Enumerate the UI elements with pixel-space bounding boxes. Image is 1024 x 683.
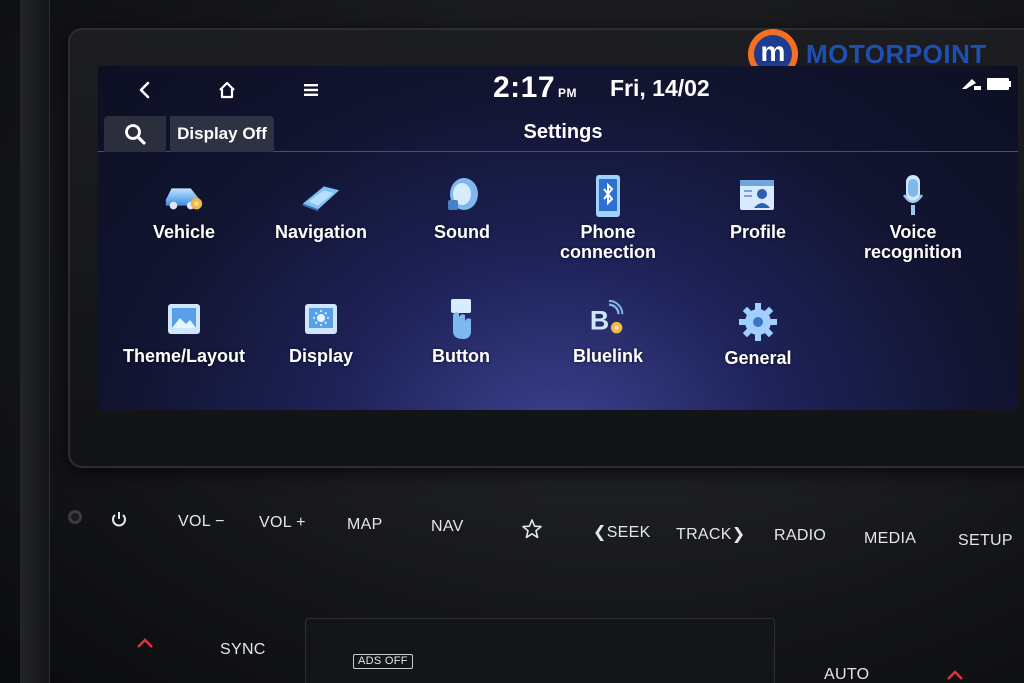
menu-icon — [304, 84, 318, 96]
bluelink-icon: B — [586, 298, 630, 342]
auto-button[interactable]: AUTO — [824, 666, 869, 683]
clock-ampm: PM — [558, 86, 578, 100]
motorpoint-brand-name: MOTORPOINT — [806, 38, 987, 69]
settings-toolbar: Display Off Settings — [98, 116, 1018, 152]
settings-item-profile[interactable]: Profile — [683, 174, 833, 242]
settings-item-label: General — [724, 348, 792, 368]
sync-button[interactable]: SYNC — [220, 641, 266, 659]
settings-item-label: Phone connection — [559, 222, 656, 262]
settings-item-label: Vehicle — [152, 222, 216, 242]
temperature-up-indicator-right[interactable] — [946, 668, 964, 683]
settings-item-label: Profile — [729, 222, 786, 242]
climate-panel — [305, 618, 775, 683]
settings-item-label: Theme/Layout — [122, 346, 246, 366]
profile-icon — [736, 174, 780, 218]
sound-icon — [440, 174, 484, 218]
settings-item-theme-layout[interactable]: Theme/Layout — [109, 298, 259, 366]
clock: 2:17 PM — [493, 71, 577, 105]
setup-button[interactable]: SETUP — [958, 532, 1013, 550]
battery-icon — [987, 78, 1011, 90]
svg-text:B: B — [590, 306, 609, 336]
vehicle-icon — [162, 174, 206, 218]
nav-button[interactable]: NAV — [431, 518, 464, 536]
track-forward-button[interactable]: TRACK❯ — [676, 524, 745, 544]
gear-icon — [736, 300, 780, 344]
settings-item-label: Navigation — [274, 222, 367, 242]
temperature-up-indicator-left[interactable] — [136, 636, 154, 652]
settings-item-button[interactable]: Button — [386, 298, 536, 366]
favorite-button[interactable] — [521, 518, 543, 545]
settings-item-phone-connection[interactable]: Phone connection — [533, 174, 683, 262]
dashboard-trim — [20, 0, 50, 683]
power-icon — [112, 512, 126, 527]
settings-item-navigation[interactable]: Navigation — [246, 174, 396, 242]
display-icon — [299, 298, 343, 342]
media-button[interactable]: MEDIA — [864, 530, 916, 548]
radio-button[interactable]: RADIO — [774, 527, 826, 545]
settings-item-general[interactable]: General — [683, 300, 833, 368]
phone-connection-icon — [586, 174, 630, 218]
chevron-up-icon — [947, 670, 963, 680]
chevron-up-icon — [137, 638, 153, 648]
home-icon — [219, 81, 235, 99]
settings-item-vehicle[interactable]: Vehicle — [109, 174, 259, 242]
settings-item-label: Display — [288, 346, 354, 366]
settings-item-voice-recognition[interactable]: Voice recognition — [838, 174, 988, 262]
settings-item-label: Voice recognition — [864, 222, 962, 262]
system-status-icons — [960, 77, 1012, 91]
theme-layout-icon — [162, 298, 206, 342]
date: Fri, 14/02 — [610, 75, 710, 101]
volume-up-button[interactable]: VOL + — [259, 514, 306, 532]
navigation-icon — [299, 174, 343, 218]
page-title: Settings — [523, 121, 603, 143]
map-button[interactable]: MAP — [347, 516, 383, 534]
settings-item-bluelink[interactable]: B Bluelink — [533, 298, 683, 366]
power-button[interactable] — [110, 510, 128, 533]
phone-status-icon — [962, 79, 981, 90]
home-button[interactable] — [212, 76, 242, 104]
ads-off-button[interactable]: ADS OFF — [353, 654, 413, 669]
settings-item-sound[interactable]: Sound — [387, 174, 537, 242]
status-bar: 2:17 PM Fri, 14/02 — [98, 66, 1018, 112]
settings-item-display[interactable]: Display — [246, 298, 396, 366]
settings-grid: Vehicle Navigation Sound Phone connection… — [98, 166, 1018, 410]
volume-down-button[interactable]: VOL − — [178, 513, 225, 531]
sensor-dot — [68, 510, 82, 524]
microphone-icon — [891, 174, 935, 218]
back-icon — [139, 81, 150, 99]
button-icon — [439, 298, 483, 342]
clock-time: 2:17 — [493, 71, 556, 104]
settings-item-label: Bluelink — [572, 346, 643, 366]
settings-item-label: Button — [432, 346, 490, 366]
seek-back-button[interactable]: ❮SEEK — [593, 522, 651, 542]
back-button[interactable] — [130, 76, 160, 104]
infotainment-screen: 2:17 PM Fri, 14/02 Display Off Settings V… — [98, 66, 1018, 410]
star-icon — [522, 519, 542, 539]
menu-button[interactable] — [296, 76, 326, 104]
settings-item-label: Sound — [434, 222, 490, 242]
